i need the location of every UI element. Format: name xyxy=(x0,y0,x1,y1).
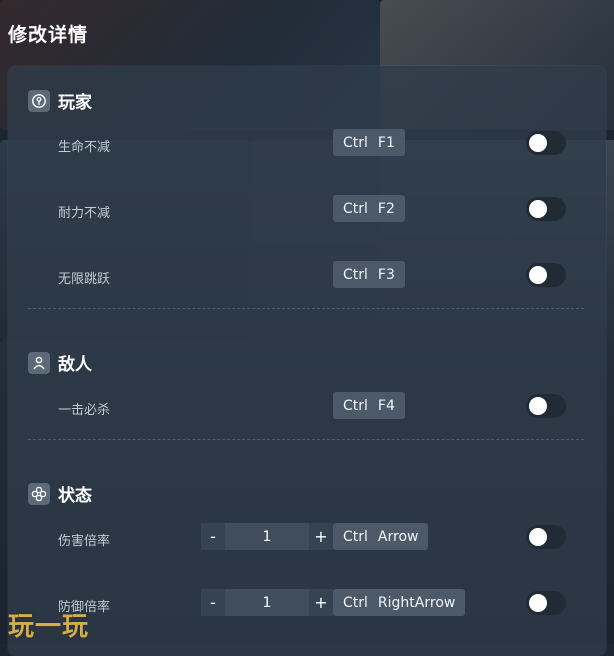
multiplier-stepper: - 1 + xyxy=(201,523,333,550)
page-title: 修改详情 xyxy=(8,24,89,46)
section-header-player: 玩家 xyxy=(28,88,92,113)
cheat-toggle[interactable] xyxy=(526,394,566,418)
stepper-value[interactable]: 1 xyxy=(225,589,309,616)
toggle-knob xyxy=(529,397,547,415)
hotkey-badge[interactable]: Ctrl F4 xyxy=(333,392,405,419)
section-divider xyxy=(28,308,584,309)
cheats-panel: 玩家 生命不减 Ctrl F1 耐力不减 Ctrl F2 无限跳跃 Ctrl F… xyxy=(8,66,606,656)
cheat-toggle[interactable] xyxy=(526,591,566,615)
hotkey-key: F1 xyxy=(377,134,395,151)
hotkey-modifier: Ctrl xyxy=(343,528,368,545)
section-title: 状态 xyxy=(58,486,92,506)
cheat-label: 耐力不减 xyxy=(58,206,111,221)
hotkey-badge[interactable]: Ctrl F2 xyxy=(333,195,405,222)
toggle-knob xyxy=(529,594,547,612)
decrement-button[interactable]: - xyxy=(201,523,225,550)
hotkey-badge[interactable]: Ctrl F3 xyxy=(333,261,405,288)
hotkey-modifier: Ctrl xyxy=(343,266,368,283)
section-header-status: 状态 xyxy=(28,481,92,506)
decrement-button[interactable]: - xyxy=(201,589,225,616)
increment-button[interactable]: + xyxy=(309,589,333,616)
cheat-toggle[interactable] xyxy=(526,131,566,155)
section-header-enemy: 敌人 xyxy=(28,350,92,375)
toggle-knob xyxy=(529,528,547,546)
hotkey-modifier: Ctrl xyxy=(343,200,368,217)
site-watermark: 玩一玩 xyxy=(8,612,90,642)
toggle-knob xyxy=(529,134,547,152)
cheat-row: 伤害倍率 - 1 + Ctrl Arrow xyxy=(8,523,606,553)
hotkey-badge[interactable]: Ctrl RightArrow xyxy=(333,589,466,616)
cheat-toggle[interactable] xyxy=(526,197,566,221)
hotkey-modifier: Ctrl xyxy=(343,397,368,414)
cheat-row: 生命不减 Ctrl F1 xyxy=(8,129,606,159)
cheat-row: 防御倍率 - 1 + Ctrl RightArrow xyxy=(8,589,606,619)
status-icon xyxy=(28,482,50,505)
cheat-label: 生命不减 xyxy=(58,140,111,155)
hotkey-badge[interactable]: Ctrl Arrow xyxy=(333,523,429,550)
hotkey-key: F3 xyxy=(377,266,395,283)
cheat-label: 无限跳跃 xyxy=(58,272,111,287)
hotkey-key: Arrow xyxy=(377,528,419,545)
cheat-label: 一击必杀 xyxy=(58,403,111,418)
increment-button[interactable]: + xyxy=(309,523,333,550)
hotkey-badge[interactable]: Ctrl F1 xyxy=(333,129,405,156)
cheat-row: 耐力不减 Ctrl F2 xyxy=(8,195,606,225)
person-icon xyxy=(28,351,50,374)
hotkey-key: RightArrow xyxy=(377,594,456,611)
toggle-knob xyxy=(529,200,547,218)
multiplier-stepper: - 1 + xyxy=(201,589,333,616)
section-title: 玩家 xyxy=(58,93,92,113)
cheat-label: 伤害倍率 xyxy=(58,534,111,549)
section-divider xyxy=(28,439,584,440)
cheat-row: 一击必杀 Ctrl F4 xyxy=(8,392,606,422)
hotkey-modifier: Ctrl xyxy=(343,594,368,611)
stepper-value[interactable]: 1 xyxy=(225,523,309,550)
toggle-knob xyxy=(529,266,547,284)
cheat-toggle[interactable] xyxy=(526,525,566,549)
hotkey-key: F2 xyxy=(377,200,395,217)
cheat-toggle[interactable] xyxy=(526,263,566,287)
section-title: 敌人 xyxy=(58,355,92,375)
hotkey-modifier: Ctrl xyxy=(343,134,368,151)
cheat-row: 无限跳跃 Ctrl F3 xyxy=(8,261,606,291)
hotkey-key: F4 xyxy=(377,397,395,414)
player-icon xyxy=(28,89,50,112)
